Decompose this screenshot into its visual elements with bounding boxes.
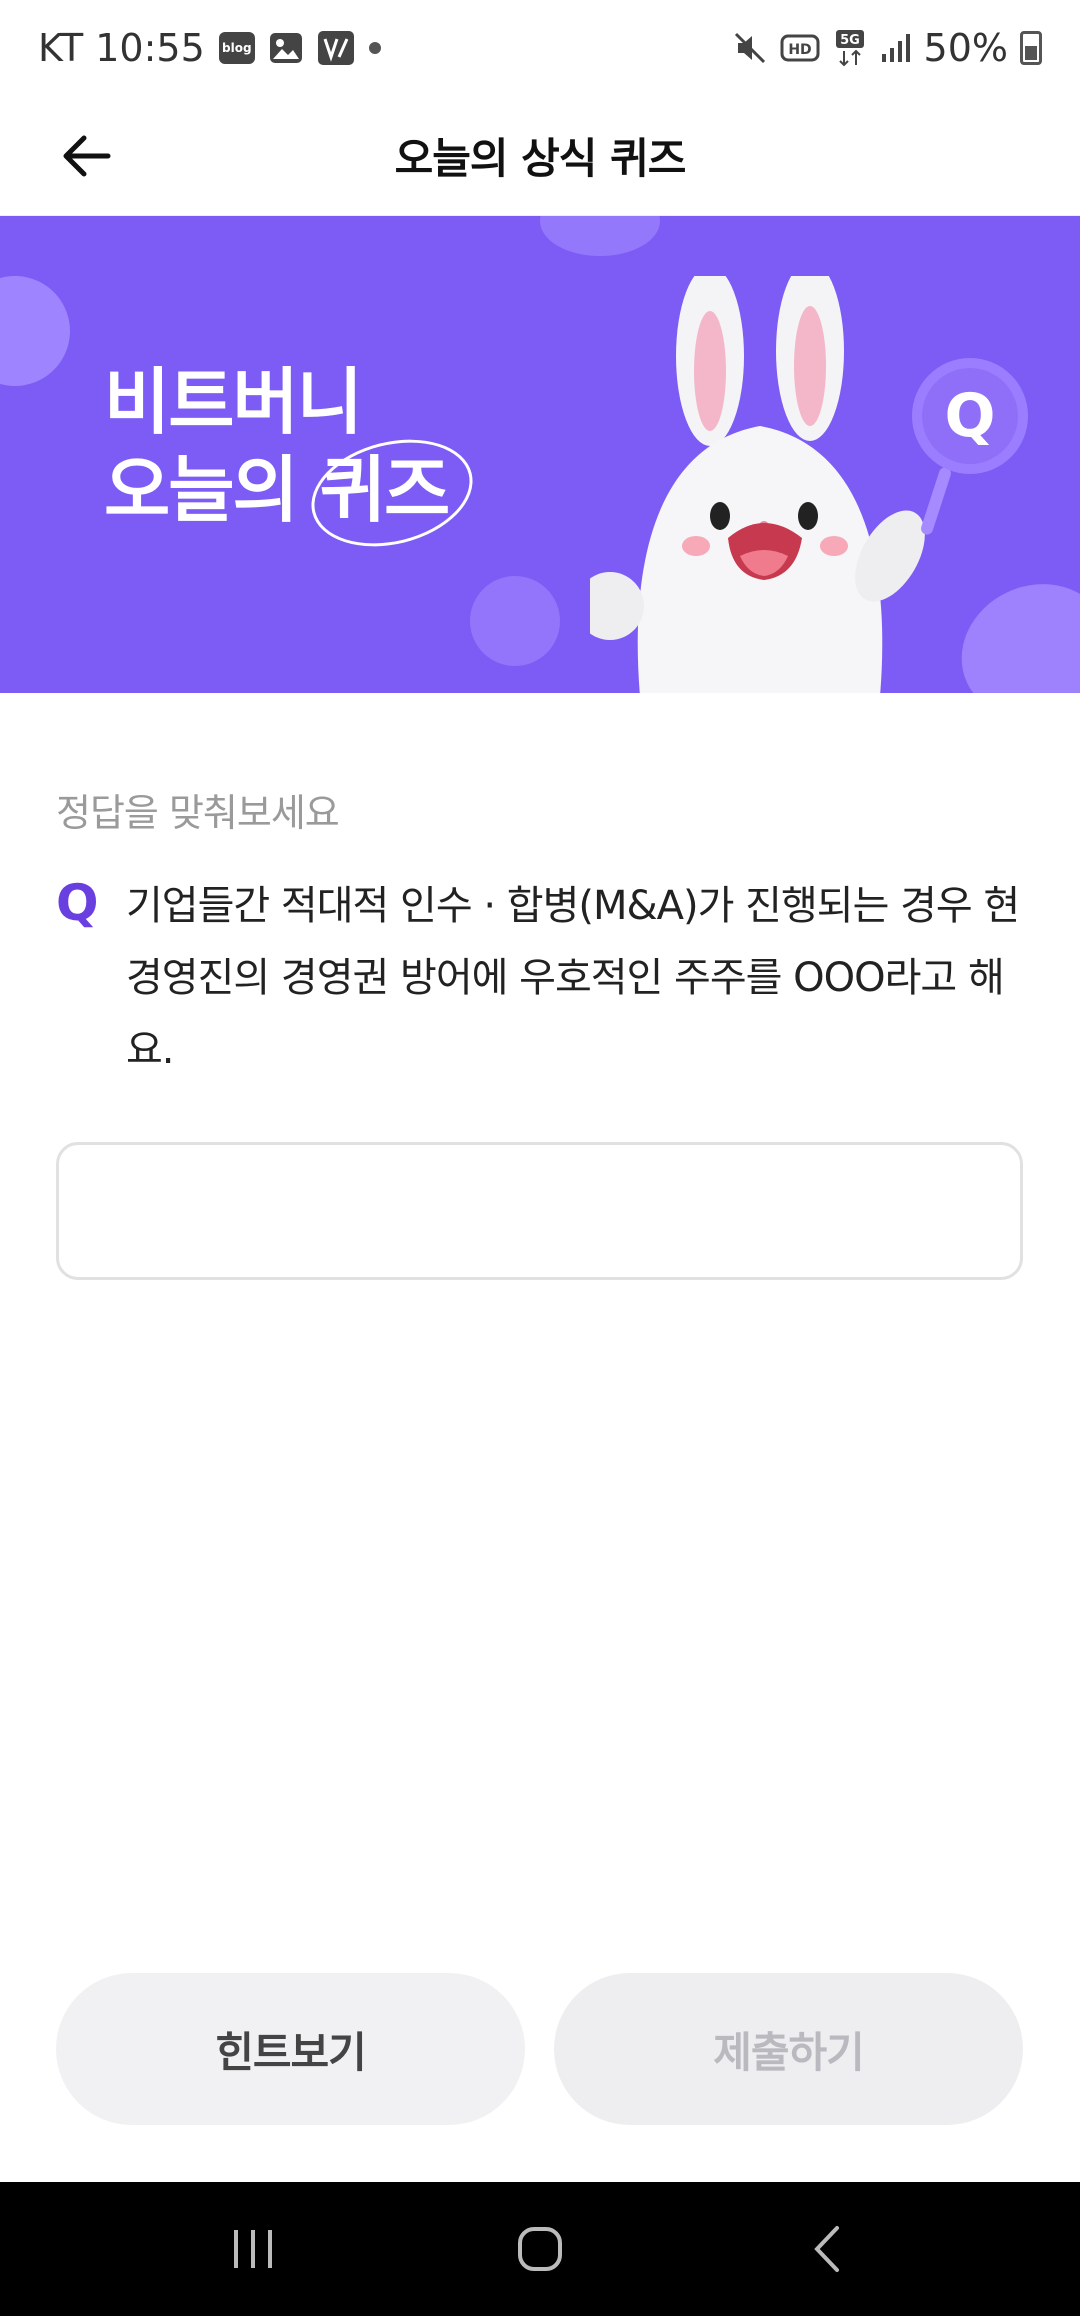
arrow-left-icon	[63, 135, 111, 177]
app-bar: 오늘의 상식 퀴즈	[0, 96, 1080, 216]
page-title: 오늘의 상식 퀴즈	[394, 134, 687, 183]
svg-text:Q: Q	[944, 381, 995, 451]
banner-line-2-prefix: 오늘의	[104, 448, 320, 532]
submit-button[interactable]: 제출하기	[554, 1973, 1023, 2125]
bunny-mascot-illustration: Q	[590, 276, 1028, 693]
home-button[interactable]	[500, 2209, 580, 2289]
banner-title: 비트버니 오늘의 퀴즈	[104, 358, 450, 534]
5g-icon: 5G	[832, 29, 868, 67]
hint-button[interactable]: 힌트보기	[56, 1973, 525, 2125]
app-icon	[317, 30, 355, 66]
svg-text:HD: HD	[788, 42, 811, 58]
blog-icon: blog	[218, 32, 255, 64]
banner-line-2: 오늘의 퀴즈	[104, 446, 450, 534]
question-text: 기업들간 적대적 인수 · 합병(M&A)가 진행되는 경우 현 경영진의 경영…	[126, 883, 1020, 1073]
battery-percent: 50%	[923, 26, 1008, 70]
svg-text:5G: 5G	[840, 33, 860, 48]
decorative-coin	[540, 216, 660, 256]
answer-input[interactable]	[56, 1142, 1023, 1280]
recent-apps-icon	[234, 2230, 273, 2268]
banner-highlight: 퀴즈	[319, 448, 450, 532]
status-right: HD 5G 50%	[732, 26, 1042, 70]
system-nav-bar	[0, 2182, 1080, 2316]
signal-icon	[880, 32, 912, 64]
decorative-coin	[470, 576, 560, 666]
carrier-time: KT 10:55	[38, 26, 205, 70]
quiz-banner: 비트버니 오늘의 퀴즈 Q	[0, 216, 1080, 693]
notification-dot-icon	[368, 42, 381, 54]
recent-apps-button[interactable]	[213, 2209, 293, 2289]
banner-line-1: 비트버니	[104, 360, 363, 444]
back-button[interactable]	[48, 118, 124, 194]
back-nav-button[interactable]	[787, 2209, 867, 2289]
quiz-instruction: 정답을 맞춰보세요	[56, 791, 340, 835]
battery-icon	[1020, 31, 1042, 65]
mute-icon	[732, 30, 768, 66]
question-label: Q	[56, 874, 99, 932]
hd-icon: HD	[780, 33, 820, 63]
gallery-icon	[269, 32, 303, 64]
status-left: KT 10:55 blog	[38, 26, 381, 70]
back-icon	[813, 2226, 839, 2272]
home-icon	[517, 2227, 562, 2271]
decorative-coin	[0, 257, 89, 405]
status-bar: KT 10:55 blog HD 5G 50%	[0, 0, 1080, 96]
